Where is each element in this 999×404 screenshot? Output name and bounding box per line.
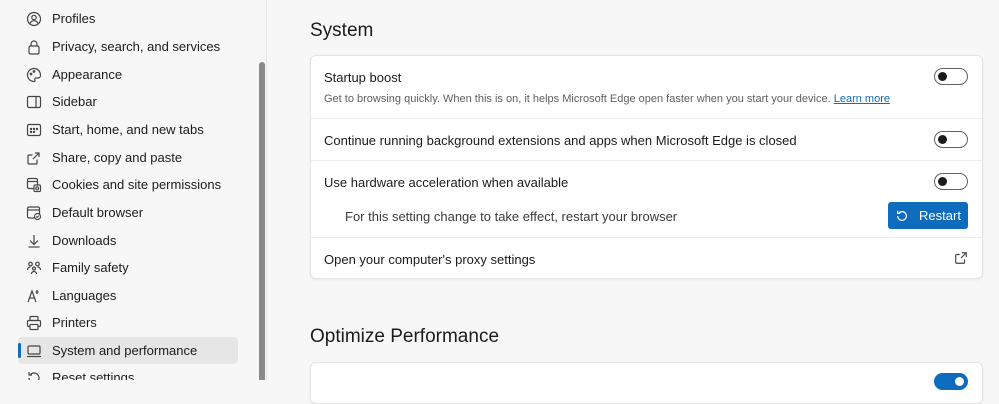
optimize-performance-title: Optimize Performance (310, 326, 500, 347)
sidebar-item-start-home[interactable]: Start, home, and new tabs (18, 116, 238, 143)
sidebar-item-label: Appearance (52, 67, 123, 82)
restart-button[interactable]: Restart (888, 202, 968, 229)
sidebar-item-privacy[interactable]: Privacy, search, and services (18, 33, 238, 60)
sidebar-item-label: Reset settings (52, 370, 135, 380)
sidebar-scrollbar[interactable] (259, 62, 265, 380)
divider (311, 118, 982, 119)
profile-icon (26, 11, 42, 27)
sidebar-item-downloads[interactable]: Downloads (18, 227, 238, 254)
hardware-acceleration-title: Use hardware acceleration when available (324, 175, 569, 190)
default-browser-icon (26, 205, 42, 221)
share-icon (26, 150, 42, 166)
external-link-icon[interactable] (954, 251, 968, 265)
hardware-acceleration-toggle[interactable] (934, 173, 968, 190)
sidebar-item-share[interactable]: Share, copy and paste (18, 144, 238, 171)
restart-icon (897, 210, 908, 221)
sidebar-item-label: Share, copy and paste (52, 150, 183, 165)
sidebar-item-label: Sidebar (52, 94, 97, 109)
family-icon (26, 260, 42, 276)
sidebar-item-cookies[interactable]: Cookies and site permissions (18, 171, 238, 198)
system-section-title: System (310, 20, 374, 41)
startup-boost-toggle[interactable] (934, 68, 968, 85)
sidebar-item-label: Default browser (52, 205, 144, 220)
restart-button-label: Restart (919, 208, 961, 223)
languages-icon (26, 288, 42, 304)
restart-note: For this setting change to take effect, … (345, 209, 678, 224)
sidebar-item-reset-settings[interactable]: Reset settings (18, 364, 238, 380)
cookies-icon (26, 177, 42, 193)
reset-icon (26, 370, 42, 380)
printer-icon (26, 315, 42, 331)
proxy-settings-title[interactable]: Open your computer's proxy settings (324, 252, 535, 267)
sidebar-item-label: Cookies and site permissions (52, 177, 222, 192)
system-settings-card: Startup boost Get to browsing quickly. W… (310, 55, 983, 279)
sidebar-item-languages[interactable]: Languages (18, 282, 238, 309)
startup-boost-desc-text: Get to browsing quickly. When this is on… (324, 93, 831, 105)
sidebar-item-sidebar[interactable]: Sidebar (18, 88, 238, 115)
appearance-icon (26, 67, 42, 83)
sidebar-item-appearance[interactable]: Appearance (18, 61, 238, 88)
system-icon (26, 343, 42, 359)
lock-icon (26, 39, 42, 55)
background-extensions-toggle[interactable] (934, 131, 968, 148)
sidebar-item-printers[interactable]: Printers (18, 309, 238, 336)
sidebar-item-label: Profiles (52, 11, 96, 26)
sidebar-icon (26, 94, 42, 110)
learn-more-link[interactable]: Learn more (834, 93, 890, 105)
efficiency-toggle[interactable] (934, 373, 968, 390)
sidebar-item-label: System and performance (52, 343, 198, 358)
sidebar-item-default-browser[interactable]: Default browser (18, 199, 238, 226)
divider (311, 237, 982, 238)
startup-boost-title: Startup boost (324, 70, 402, 85)
divider (311, 160, 982, 161)
settings-sidebar: Profiles Privacy, search, and services A… (0, 0, 267, 380)
optimize-performance-card (310, 362, 983, 404)
download-icon (26, 233, 42, 249)
sidebar-item-system-performance[interactable]: System and performance (18, 337, 238, 364)
sidebar-item-label: Privacy, search, and services (52, 39, 221, 54)
sidebar-item-label: Start, home, and new tabs (52, 122, 204, 137)
sidebar-item-family-safety[interactable]: Family safety (18, 254, 238, 281)
sidebar-item-label: Languages (52, 288, 117, 303)
sidebar-item-label: Downloads (52, 233, 117, 248)
startup-boost-description: Get to browsing quickly. When this is on… (324, 93, 890, 105)
sidebar-item-label: Family safety (52, 260, 129, 275)
sidebar-item-label: Printers (52, 315, 97, 330)
sidebar-item-profiles[interactable]: Profiles (18, 5, 238, 32)
home-tabs-icon (26, 122, 42, 138)
background-extensions-title: Continue running background extensions a… (324, 133, 797, 148)
